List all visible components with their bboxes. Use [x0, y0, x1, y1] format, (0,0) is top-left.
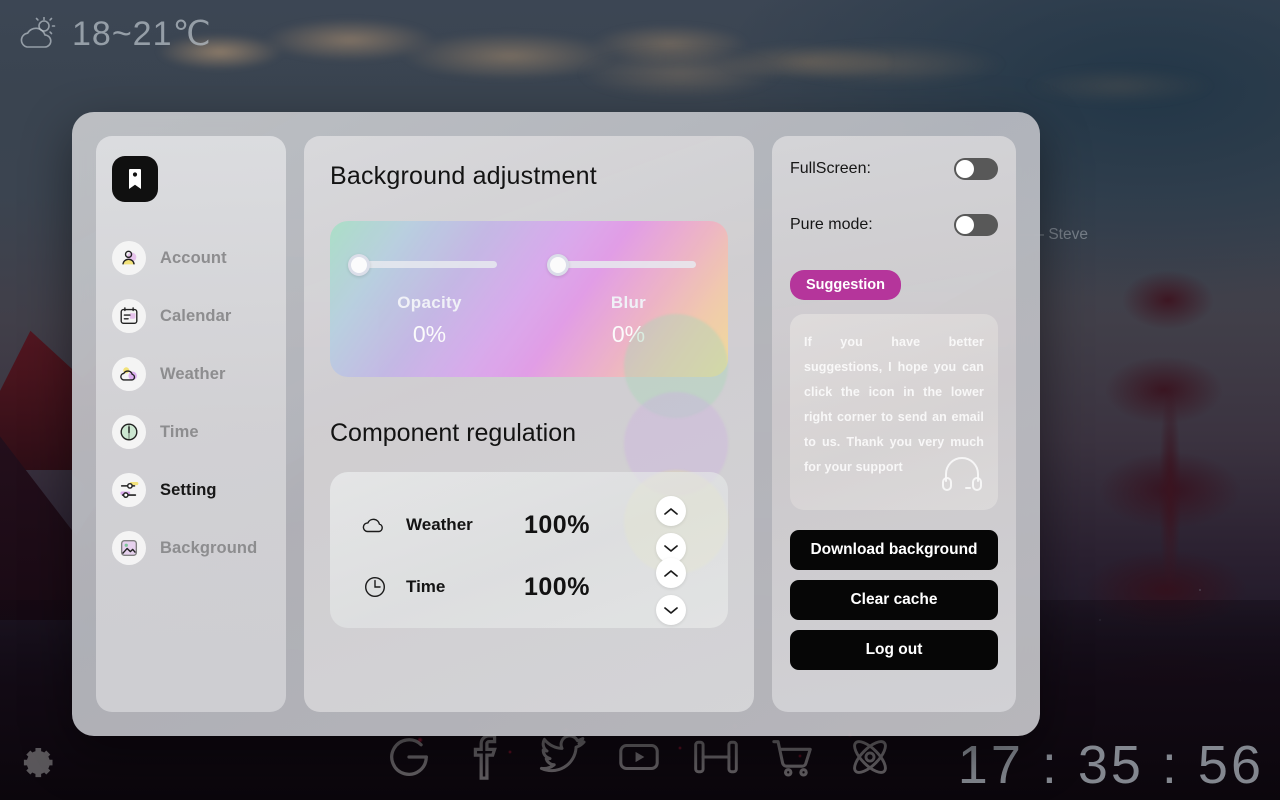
sliders-icon: [112, 473, 146, 507]
blur-label: Blur: [610, 293, 647, 312]
pure-mode-toggle[interactable]: [954, 214, 998, 236]
component-row-weather: Weather 100%: [330, 494, 728, 563]
sidebar-item-weather[interactable]: Weather: [112, 350, 286, 398]
time-increase-button[interactable]: [656, 558, 686, 588]
weather-icon: [112, 357, 146, 391]
sidebar: Account Calendar Weather Time Setting Ba…: [96, 136, 286, 712]
weather-increase-button[interactable]: [656, 496, 686, 526]
youtube-icon[interactable]: [616, 734, 662, 780]
sidebar-item-setting[interactable]: Setting: [112, 466, 286, 514]
time-stepper: [656, 558, 686, 625]
right-panel: FullScreen: Pure mode: Suggestion If you…: [772, 136, 1016, 712]
clock-outline-icon: [360, 573, 392, 601]
time-decrease-button[interactable]: [656, 595, 686, 625]
opacity-slider-handle[interactable]: [348, 253, 370, 276]
weather-stepper: [656, 496, 686, 563]
background-adjustment-title: Background adjustment: [330, 162, 597, 190]
component-name: Time: [406, 577, 446, 596]
center-panel: Background adjustment Opacity 0% Blur 0%…: [304, 136, 754, 712]
component-value: 100%: [524, 572, 590, 601]
suggestion-box: If you have better suggestions, I hope y…: [790, 314, 998, 510]
sidebar-item-label: Calendar: [160, 306, 232, 325]
action-buttons: Download background Clear cache Log out: [790, 530, 998, 670]
download-background-button[interactable]: Download background: [790, 530, 998, 570]
opacity-value: 0%: [412, 321, 447, 347]
fullscreen-label: FullScreen:: [790, 160, 871, 177]
toggle-knob: [956, 216, 974, 234]
sidebar-item-calendar[interactable]: Calendar: [112, 292, 286, 340]
opacity-slider-track[interactable]: [348, 253, 497, 276]
clear-cache-button[interactable]: Clear cache: [790, 580, 998, 620]
headset-icon[interactable]: [940, 455, 984, 498]
toggle-knob: [956, 160, 974, 178]
atom-icon[interactable]: [846, 734, 894, 780]
google-icon[interactable]: [386, 734, 432, 780]
desktop-weather-widget[interactable]: 18~21℃: [18, 14, 212, 54]
opacity-label: Opacity: [397, 293, 462, 312]
partly-cloudy-icon: [18, 17, 60, 51]
cloud-icon: [360, 513, 392, 537]
component-regulation-card: Weather 100% Time 100%: [330, 472, 728, 628]
account-icon: [112, 241, 146, 275]
fullscreen-toggle[interactable]: [954, 158, 998, 180]
log-out-button[interactable]: Log out: [790, 630, 998, 670]
shopping-cart-icon[interactable]: [770, 734, 816, 780]
app-logo-bookmark-icon[interactable]: [112, 156, 158, 202]
sidebar-item-account[interactable]: Account: [112, 234, 286, 282]
opacity-slider-group: Opacity 0%: [330, 221, 529, 377]
desktop-clock: 17 : 35 : 56: [957, 735, 1264, 795]
pure-mode-label: Pure mode:: [790, 216, 873, 233]
sidebar-item-label: Account: [160, 248, 227, 267]
pure-mode-toggle-row: Pure mode:: [790, 214, 998, 236]
fullscreen-toggle-row: FullScreen:: [790, 158, 998, 180]
calendar-icon: [112, 299, 146, 333]
sidebar-item-background[interactable]: Background: [112, 524, 286, 572]
clock-icon: [112, 415, 146, 449]
component-value: 100%: [524, 510, 590, 539]
component-name: Weather: [406, 515, 473, 534]
weather-temperature: 18~21℃: [72, 15, 212, 53]
image-icon: [112, 531, 146, 565]
sidebar-item-label: Setting: [160, 480, 217, 499]
blur-slider-handle[interactable]: [547, 253, 569, 276]
gear-icon[interactable]: [14, 741, 58, 790]
facebook-icon[interactable]: [462, 734, 508, 780]
twitter-icon[interactable]: [538, 733, 586, 781]
sidebar-item-time[interactable]: Time: [112, 408, 286, 456]
h-app-icon[interactable]: [692, 734, 740, 780]
sidebar-item-label: Weather: [160, 364, 226, 383]
sidebar-item-label: Background: [160, 538, 258, 557]
settings-dialog: Account Calendar Weather Time Setting Ba…: [72, 112, 1040, 736]
sidebar-item-label: Time: [160, 422, 199, 441]
component-row-time: Time 100%: [330, 556, 728, 625]
suggestion-badge[interactable]: Suggestion: [790, 270, 901, 300]
blur-slider-track[interactable]: [547, 253, 696, 276]
